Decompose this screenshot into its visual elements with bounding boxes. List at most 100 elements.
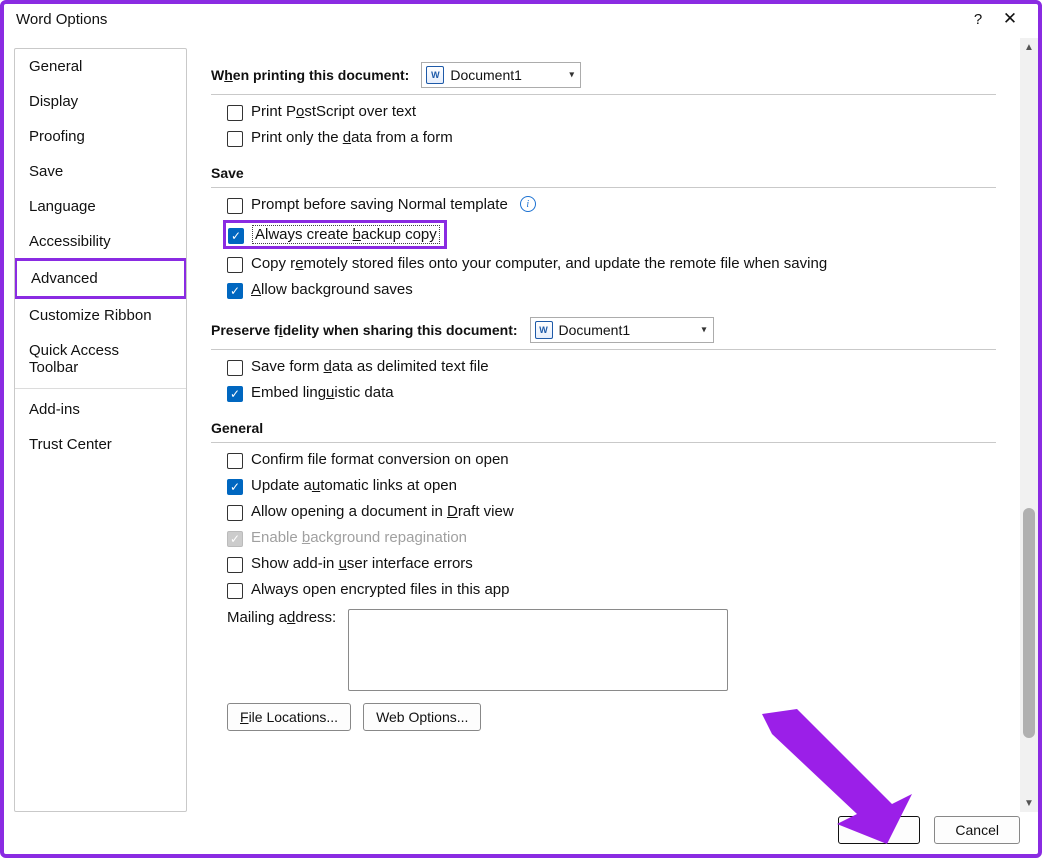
section-fidelity: Preserve fidelity when sharing this docu… xyxy=(211,317,996,343)
opt-linguistic[interactable]: Embed linguistic data xyxy=(211,380,996,406)
section-save: Save xyxy=(211,165,996,181)
section-printing-label: When printing this document: xyxy=(211,67,409,83)
file-locations-button[interactable]: File Locations... xyxy=(227,703,351,731)
sidebar-item-advanced[interactable]: Advanced xyxy=(14,258,187,299)
word-doc-icon: W xyxy=(426,66,444,84)
section-fidelity-label: Preserve fidelity when sharing this docu… xyxy=(211,322,518,338)
opt-confirm-conversion[interactable]: Confirm file format conversion on open xyxy=(211,447,996,473)
divider xyxy=(211,349,996,350)
checkbox[interactable] xyxy=(227,479,243,495)
opt-auto-links[interactable]: Update automatic links at open xyxy=(211,473,996,499)
checkbox[interactable] xyxy=(227,505,243,521)
sidebar-item-customize-ribbon[interactable]: Customize Ribbon xyxy=(15,298,186,333)
sidebar-item-language[interactable]: Language xyxy=(15,189,186,224)
opt-encrypted[interactable]: Always open encrypted files in this app xyxy=(211,577,996,603)
sidebar-item-general[interactable]: General xyxy=(15,49,186,84)
titlebar: Word Options ? ✕ xyxy=(4,4,1038,38)
checkbox[interactable] xyxy=(227,283,243,299)
checkbox-disabled xyxy=(227,531,243,547)
divider xyxy=(211,187,996,188)
opt-delimited[interactable]: Save form data as delimited text file xyxy=(211,354,996,380)
scroll-up-arrow-icon[interactable]: ▲ xyxy=(1020,38,1038,56)
sidebar-item-label: Customize Ribbon xyxy=(29,307,152,324)
checkbox[interactable] xyxy=(228,228,244,244)
opt-label: Always open encrypted files in this app xyxy=(251,581,509,598)
section-general: General xyxy=(211,420,996,436)
sidebar-divider xyxy=(15,388,186,389)
content-wrap: When printing this document: W Document1… xyxy=(187,38,1038,814)
opt-addin-errors[interactable]: Show add-in user interface errors xyxy=(211,551,996,577)
cancel-button[interactable]: Cancel xyxy=(934,816,1020,844)
opt-label: Prompt before saving Normal template xyxy=(251,196,508,213)
scroll-thumb[interactable] xyxy=(1023,508,1035,738)
checkbox[interactable] xyxy=(227,360,243,376)
checkbox[interactable] xyxy=(227,453,243,469)
opt-label: Print only the data from a form xyxy=(251,129,453,146)
fidelity-document-value: Document1 xyxy=(559,322,631,338)
checkbox[interactable] xyxy=(227,583,243,599)
web-options-button[interactable]: Web Options... xyxy=(363,703,481,731)
opt-background-saves[interactable]: Allow background saves xyxy=(211,277,996,303)
word-doc-icon: W xyxy=(535,321,553,339)
sidebar: General Display Proofing Save Language A… xyxy=(14,48,187,812)
section-printing: When printing this document: W Document1… xyxy=(211,62,996,88)
printing-document-select[interactable]: W Document1 ▾ xyxy=(421,62,581,88)
opt-label: Save form data as delimited text file xyxy=(251,358,489,375)
chevron-down-icon: ▾ xyxy=(702,325,707,336)
section-general-label: General xyxy=(211,420,263,436)
scrollbar[interactable]: ▲ ▼ xyxy=(1020,38,1038,812)
sidebar-item-label: Quick Access Toolbar xyxy=(29,342,119,376)
help-button[interactable]: ? xyxy=(962,5,994,33)
sidebar-item-label: Display xyxy=(29,93,78,110)
opt-label: Always create backup copy xyxy=(252,225,440,244)
sidebar-item-label: Accessibility xyxy=(29,233,111,250)
checkbox[interactable] xyxy=(227,198,243,214)
mailing-address-textarea[interactable] xyxy=(348,609,728,691)
sidebar-item-label: Language xyxy=(29,198,96,215)
checkbox[interactable] xyxy=(227,257,243,273)
scroll-down-arrow-icon[interactable]: ▼ xyxy=(1020,794,1038,812)
opt-prompt-normal[interactable]: Prompt before saving Normal template i xyxy=(211,192,996,218)
opt-label: Copy remotely stored files onto your com… xyxy=(251,255,827,272)
sidebar-item-label: Proofing xyxy=(29,128,85,145)
sidebar-item-trust-center[interactable]: Trust Center xyxy=(15,427,186,462)
opt-label: Confirm file format conversion on open xyxy=(251,451,509,468)
opt-background-repagination: Enable background repagination xyxy=(211,525,996,551)
ok-button[interactable]: OK xyxy=(838,816,920,844)
opt-print-form-data[interactable]: Print only the data from a form xyxy=(211,125,996,151)
close-button[interactable]: ✕ xyxy=(994,5,1026,33)
opt-backup-copy[interactable]: Always create backup copy xyxy=(223,220,447,249)
dialog-body: General Display Proofing Save Language A… xyxy=(4,38,1038,814)
sidebar-item-label: Trust Center xyxy=(29,436,112,453)
mailing-address-label: Mailing address: xyxy=(227,609,336,626)
sidebar-item-save[interactable]: Save xyxy=(15,154,186,189)
sidebar-item-label: Save xyxy=(29,163,63,180)
dialog-footer: OK Cancel xyxy=(838,816,1020,844)
sidebar-item-proofing[interactable]: Proofing xyxy=(15,119,186,154)
checkbox[interactable] xyxy=(227,105,243,121)
checkbox[interactable] xyxy=(227,131,243,147)
chevron-down-icon: ▾ xyxy=(569,70,574,81)
sidebar-item-label: General xyxy=(29,58,82,75)
opt-copy-remote[interactable]: Copy remotely stored files onto your com… xyxy=(211,251,996,277)
sidebar-item-display[interactable]: Display xyxy=(15,84,186,119)
info-icon[interactable]: i xyxy=(520,196,536,212)
sidebar-item-label: Advanced xyxy=(31,270,98,287)
opt-print-postscript[interactable]: Print PostScript over text xyxy=(211,99,996,125)
section-save-label: Save xyxy=(211,165,244,181)
fidelity-document-select[interactable]: W Document1 ▾ xyxy=(530,317,714,343)
printing-document-value: Document1 xyxy=(450,67,522,83)
sidebar-item-quick-access-toolbar[interactable]: Quick Access Toolbar xyxy=(15,333,186,385)
divider xyxy=(211,94,996,95)
checkbox[interactable] xyxy=(227,386,243,402)
opt-label: Allow background saves xyxy=(251,281,413,298)
general-buttons: File Locations... Web Options... xyxy=(211,695,996,735)
opt-label: Allow opening a document in Draft view xyxy=(251,503,514,520)
sidebar-item-accessibility[interactable]: Accessibility xyxy=(15,224,186,259)
checkbox[interactable] xyxy=(227,557,243,573)
opt-draft-view[interactable]: Allow opening a document in Draft view xyxy=(211,499,996,525)
content-pane: When printing this document: W Document1… xyxy=(187,38,1020,812)
opt-label: Show add-in user interface errors xyxy=(251,555,473,572)
sidebar-item-add-ins[interactable]: Add-ins xyxy=(15,392,186,427)
opt-label: Print PostScript over text xyxy=(251,103,416,120)
